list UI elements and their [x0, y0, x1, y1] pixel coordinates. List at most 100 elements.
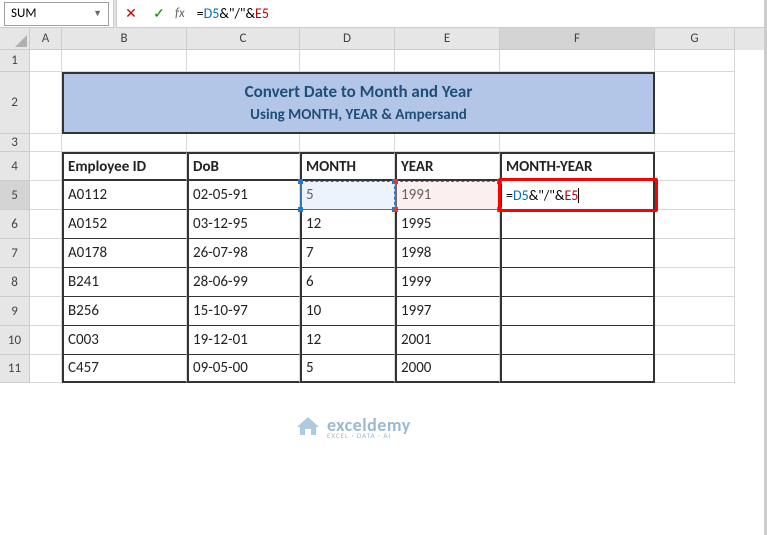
cell[interactable] — [655, 210, 735, 239]
cell[interactable] — [655, 268, 735, 297]
cell[interactable] — [187, 134, 300, 152]
cell[interactable] — [655, 181, 735, 210]
cell[interactable] — [30, 181, 62, 210]
cell-month-year[interactable] — [500, 210, 655, 239]
cell[interactable] — [655, 239, 735, 268]
cell[interactable] — [500, 134, 655, 152]
cell-employee-id[interactable]: A0112 — [62, 181, 187, 210]
cell-dob[interactable]: 28-06-99 — [187, 268, 300, 297]
row-header-6[interactable]: 6 — [0, 210, 30, 239]
row-header-2[interactable]: 2 — [0, 72, 30, 134]
cell[interactable] — [395, 50, 500, 72]
col-header-e[interactable]: E — [395, 28, 500, 50]
cell[interactable] — [655, 297, 735, 326]
cell-year[interactable]: 2000 — [395, 355, 500, 383]
cell[interactable] — [62, 50, 187, 72]
cell-month[interactable]: 12 — [300, 210, 395, 239]
fx-icon[interactable]: fx — [175, 6, 185, 21]
cell[interactable] — [300, 134, 395, 152]
cell-month-year[interactable] — [500, 239, 655, 268]
cell-employee-id[interactable]: C003 — [62, 326, 187, 355]
row-header-8[interactable]: 8 — [0, 268, 30, 297]
cell-employee-id[interactable]: A0152 — [62, 210, 187, 239]
cell-month[interactable]: 5 — [300, 355, 395, 383]
cell[interactable] — [30, 268, 62, 297]
col-header-d[interactable]: D — [300, 28, 395, 50]
cell[interactable] — [655, 72, 735, 134]
active-cell[interactable]: =D5&"/"&E5 — [500, 181, 655, 210]
cell[interactable] — [30, 355, 62, 383]
header-dob[interactable]: DoB — [187, 152, 300, 181]
cell[interactable] — [30, 297, 62, 326]
cell-month[interactable]: 12 — [300, 326, 395, 355]
cell[interactable] — [655, 355, 735, 383]
cell-month-year[interactable] — [500, 355, 655, 383]
cell-dob[interactable]: 15-10-97 — [187, 297, 300, 326]
cell-month[interactable]: 7 — [300, 239, 395, 268]
cell[interactable] — [655, 152, 735, 181]
header-month-year[interactable]: MONTH-YEAR — [500, 152, 655, 181]
cell[interactable] — [30, 134, 62, 152]
cell-year[interactable]: 1997 — [395, 297, 500, 326]
confirm-button[interactable]: ✓ — [145, 2, 173, 26]
cell[interactable] — [300, 50, 395, 72]
row-header-10[interactable]: 10 — [0, 326, 30, 355]
formula-input[interactable]: =D5&"/"&E5 — [191, 2, 767, 26]
ac-ref2: E5 — [564, 187, 578, 204]
row-header-3[interactable]: 3 — [0, 134, 30, 152]
row-header-1[interactable]: 1 — [0, 50, 30, 72]
cell-month-year[interactable] — [500, 326, 655, 355]
col-header-c[interactable]: C — [187, 28, 300, 50]
title-merged-cell[interactable]: Convert Date to Month and Year Using MON… — [62, 72, 655, 134]
cell[interactable] — [62, 134, 187, 152]
cell[interactable] — [655, 50, 735, 72]
cell-year[interactable]: 1998 — [395, 239, 500, 268]
cell[interactable] — [655, 326, 735, 355]
cell[interactable] — [655, 134, 735, 152]
row-header-4[interactable]: 4 — [0, 152, 30, 181]
cell-year[interactable]: 1995 — [395, 210, 500, 239]
cell-month-year[interactable] — [500, 297, 655, 326]
cell[interactable] — [30, 72, 62, 134]
row-header-7[interactable]: 7 — [0, 239, 30, 268]
cell-month-year[interactable] — [500, 268, 655, 297]
header-month[interactable]: MONTH — [300, 152, 395, 181]
cell-year[interactable]: 1999 — [395, 268, 500, 297]
name-box[interactable]: SUM ▼ — [4, 2, 109, 26]
cell[interactable] — [30, 152, 62, 181]
cell-month[interactable]: 5 — [300, 181, 395, 210]
cell[interactable] — [30, 50, 62, 72]
cell-employee-id[interactable]: B241 — [62, 268, 187, 297]
cell-dob[interactable]: 19-12-01 — [187, 326, 300, 355]
header-employee-id[interactable]: Employee ID — [62, 152, 187, 181]
cell[interactable] — [187, 50, 300, 72]
cell[interactable] — [30, 210, 62, 239]
cell[interactable] — [395, 134, 500, 152]
cell-dob[interactable]: 09-05-00 — [187, 355, 300, 383]
header-year[interactable]: YEAR — [395, 152, 500, 181]
cancel-button[interactable]: ✕ — [117, 2, 145, 26]
row-header-5[interactable]: 5 — [0, 181, 30, 210]
cell[interactable] — [30, 326, 62, 355]
cell[interactable] — [500, 50, 655, 72]
cell[interactable] — [30, 239, 62, 268]
select-all-corner[interactable] — [0, 28, 30, 50]
cell-month[interactable]: 10 — [300, 297, 395, 326]
row-header-9[interactable]: 9 — [0, 297, 30, 326]
cell-dob[interactable]: 03-12-95 — [187, 210, 300, 239]
col-header-g[interactable]: G — [655, 28, 735, 50]
row-header-11[interactable]: 11 — [0, 355, 30, 383]
ac-eq: = — [506, 187, 513, 204]
cell-month[interactable]: 6 — [300, 268, 395, 297]
cell-employee-id[interactable]: A0178 — [62, 239, 187, 268]
cell-employee-id[interactable]: B256 — [62, 297, 187, 326]
col-header-b[interactable]: B — [62, 28, 187, 50]
cell-year[interactable]: 2001 — [395, 326, 500, 355]
chevron-down-icon[interactable]: ▼ — [93, 8, 102, 19]
cell-dob[interactable]: 02-05-91 — [187, 181, 300, 210]
cell-employee-id[interactable]: C457 — [62, 355, 187, 383]
col-header-a[interactable]: A — [30, 28, 62, 50]
col-header-f[interactable]: F — [500, 28, 655, 50]
cell-dob[interactable]: 26-07-98 — [187, 239, 300, 268]
cell-year[interactable]: 1991 — [395, 181, 500, 210]
